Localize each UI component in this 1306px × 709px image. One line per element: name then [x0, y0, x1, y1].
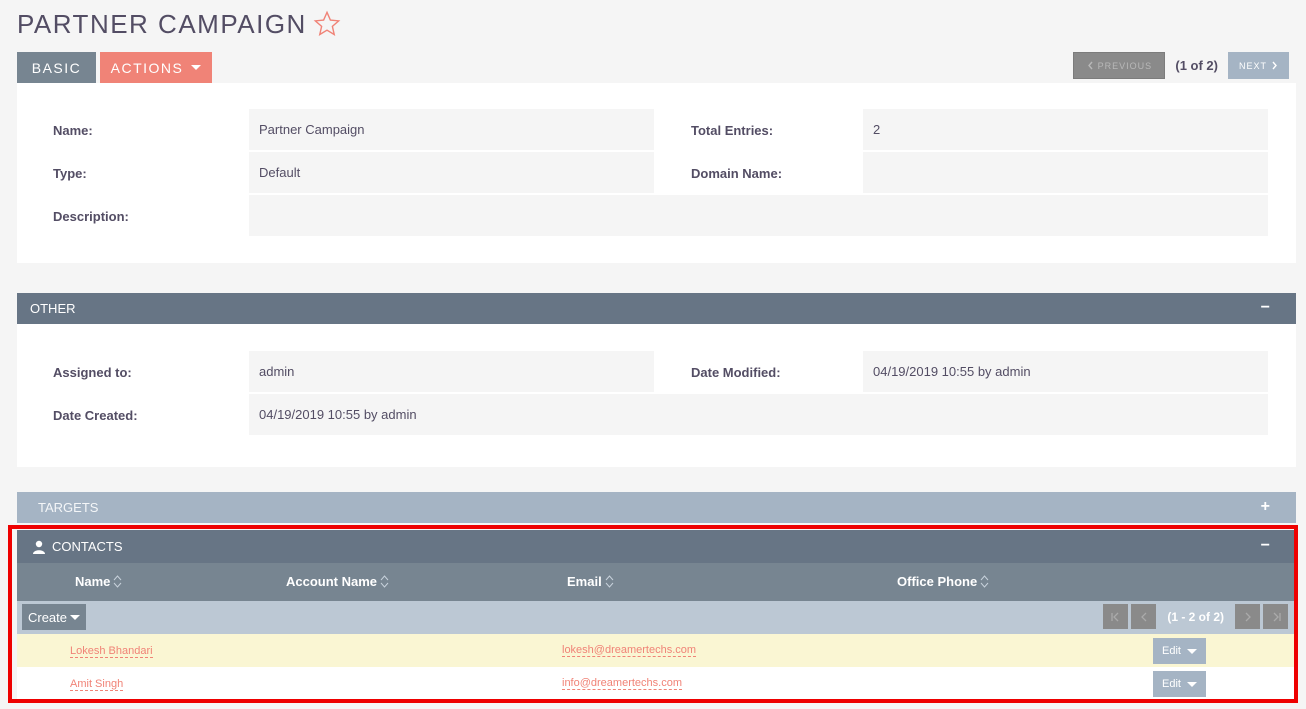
sort-icon — [114, 575, 122, 588]
chevron-right-icon — [1272, 61, 1277, 70]
tab-actions-label: ACTIONS — [110, 59, 184, 76]
name-value: Partner Campaign — [249, 109, 654, 150]
date-modified-text: 04/19/2019 10:55 by admin — [873, 364, 1031, 379]
contact-name-link[interactable]: Lokesh Bhandari — [70, 645, 153, 658]
caret-down-icon — [1186, 648, 1197, 654]
last-page-icon — [1273, 612, 1281, 621]
caret-down-icon — [1186, 681, 1197, 687]
column-account-name[interactable]: Account Name — [286, 574, 389, 589]
previous-button[interactable]: PREVIOUS — [1073, 52, 1166, 79]
sort-icon — [980, 575, 989, 588]
chevron-left-icon — [1087, 61, 1093, 70]
tab-actions[interactable]: ACTIONS — [100, 52, 212, 83]
create-label: Create — [27, 609, 68, 625]
collapse-icon[interactable]: − — [1261, 300, 1270, 316]
next-page-button[interactable] — [1235, 604, 1260, 629]
expand-icon[interactable]: + — [1261, 499, 1270, 515]
description-value — [249, 195, 1268, 236]
star-outline-icon[interactable] — [313, 10, 341, 38]
detail-tabs: BASIC ACTIONS — [17, 52, 212, 83]
contacts-column-headers: Name Account Name Email Office Phone — [17, 563, 1296, 601]
edit-label: Edit — [1162, 678, 1181, 690]
sort-icon — [605, 575, 614, 588]
contacts-toolbar: Create (1 - 2 of 2) — [17, 601, 1296, 634]
assigned-to-text: admin — [259, 364, 295, 379]
next-label: NEXT — [1238, 60, 1267, 71]
detail-view: PARTNER CAMPAIGN BASIC ACTIONS PREVIOUS … — [0, 0, 1306, 709]
chevron-right-icon — [1245, 612, 1251, 621]
domain-name-label: Domain Name: — [691, 166, 783, 181]
contacts-count: (1 - 2 of 2) — [1167, 609, 1224, 624]
column-account-label: Account Name — [286, 574, 378, 589]
collapse-icon[interactable]: − — [1261, 538, 1270, 554]
contacts-panel-header[interactable]: CONTACTS − — [17, 530, 1296, 563]
column-email[interactable]: Email — [567, 574, 614, 589]
contact-email-link[interactable]: lokesh@dreamertechs.com — [562, 644, 697, 657]
total-entries-value: 2 — [863, 109, 1268, 150]
name-text: Partner Campaign — [259, 122, 365, 137]
other-panel-title: OTHER — [30, 301, 76, 316]
last-page-button[interactable] — [1263, 604, 1288, 629]
caret-down-icon — [70, 614, 81, 620]
sort-icon — [380, 575, 389, 588]
name-label: Name: — [53, 123, 93, 138]
column-office-phone[interactable]: Office Phone — [897, 574, 989, 589]
type-text: Default — [259, 165, 301, 180]
first-page-icon — [1111, 612, 1119, 621]
assigned-to-value: admin — [249, 351, 654, 392]
table-row: Lokesh Bhandari lokesh@dreamertechs.com … — [17, 634, 1296, 667]
edit-button[interactable]: Edit — [1153, 671, 1206, 697]
user-icon — [33, 540, 45, 554]
basic-panel: Name: Partner Campaign Total Entries: 2 … — [17, 83, 1296, 263]
title-row: PARTNER CAMPAIGN — [17, 4, 341, 44]
caret-down-icon — [191, 65, 202, 70]
contacts-pager: (1 - 2 of 2) — [1103, 604, 1288, 629]
description-label: Description: — [53, 209, 129, 224]
total-entries-text: 2 — [873, 122, 881, 137]
edit-button[interactable]: Edit — [1153, 638, 1206, 664]
date-created-value: 04/19/2019 10:55 by admin — [249, 394, 1268, 435]
total-entries-label: Total Entries: — [691, 123, 774, 138]
column-phone-label: Office Phone — [897, 574, 978, 589]
create-button[interactable]: Create — [22, 604, 86, 630]
chevron-left-icon — [1140, 612, 1147, 621]
prev-page-button[interactable] — [1131, 604, 1157, 629]
date-modified-label: Date Modified: — [691, 365, 781, 380]
domain-name-value — [863, 152, 1268, 193]
column-name-label: Name — [75, 574, 111, 589]
tab-basic[interactable]: BASIC — [17, 52, 96, 83]
table-row: Amit Singh info@dreamertechs.com Edit — [17, 667, 1296, 700]
tab-basic-label: BASIC — [31, 59, 82, 76]
record-pager: PREVIOUS (1 of 2) NEXT — [1073, 52, 1289, 79]
edit-label: Edit — [1162, 645, 1181, 657]
type-label: Type: — [53, 166, 87, 181]
contact-email-link[interactable]: info@dreamertechs.com — [562, 677, 682, 690]
column-name[interactable]: Name — [75, 574, 122, 589]
type-value: Default — [249, 152, 654, 193]
date-modified-value: 04/19/2019 10:55 by admin — [863, 351, 1268, 392]
targets-panel-header[interactable]: TARGETS + — [17, 492, 1296, 523]
other-panel: Assigned to: admin Date Modified: 04/19/… — [17, 324, 1296, 467]
other-panel-header[interactable]: OTHER − — [17, 293, 1296, 324]
next-button[interactable]: NEXT — [1228, 52, 1289, 79]
previous-label: PREVIOUS — [1097, 60, 1153, 71]
date-created-label: Date Created: — [53, 408, 138, 423]
contacts-panel-title: CONTACTS — [52, 539, 123, 554]
date-created-text: 04/19/2019 10:55 by admin — [259, 407, 417, 422]
contact-name-link[interactable]: Amit Singh — [70, 678, 124, 691]
page-title: PARTNER CAMPAIGN — [17, 8, 307, 39]
assigned-to-label: Assigned to: — [53, 365, 132, 380]
targets-panel-title: TARGETS — [38, 500, 99, 515]
first-page-button[interactable] — [1103, 604, 1129, 629]
contacts-subpanel: CONTACTS − Name Account Name Email Offic… — [17, 530, 1296, 700]
column-email-label: Email — [567, 574, 602, 589]
record-count: (1 of 2) — [1175, 58, 1218, 73]
